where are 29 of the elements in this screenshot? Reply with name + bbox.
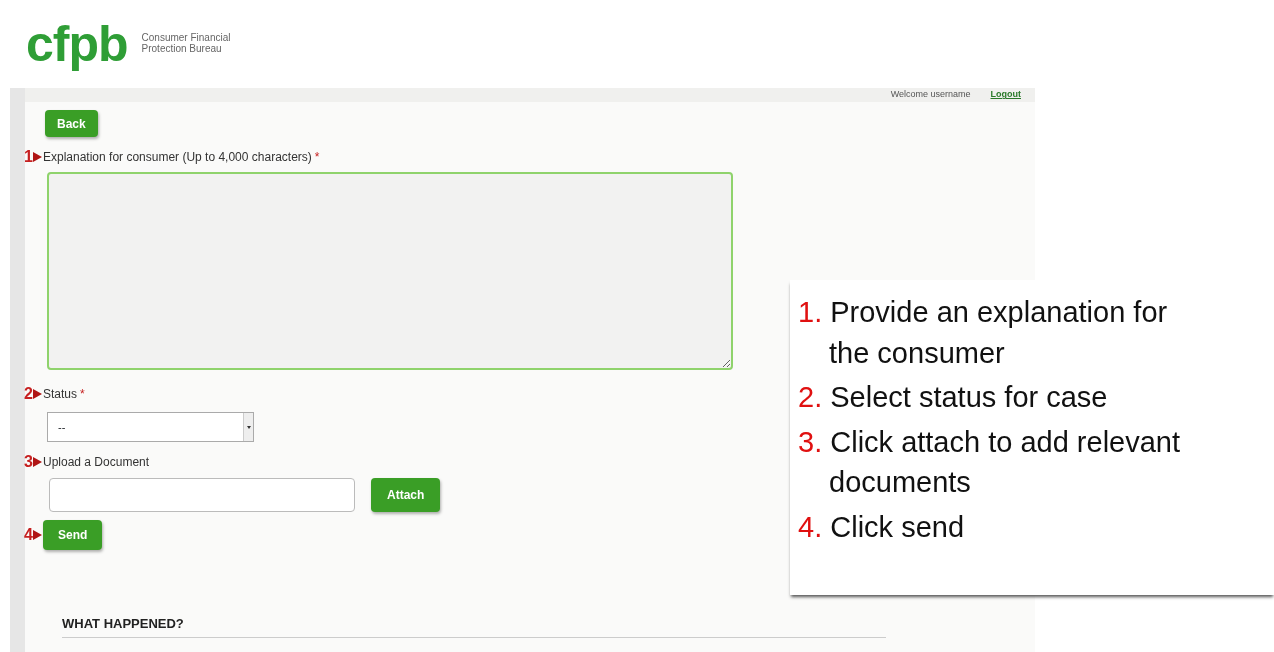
- attach-button[interactable]: Attach: [371, 478, 441, 512]
- upload-input-field[interactable]: [49, 478, 355, 512]
- required-asterisk: *: [314, 149, 320, 166]
- step-number: 1: [23, 147, 33, 167]
- step-number: 2: [23, 384, 33, 404]
- field-label: Explanation for consumer (Up to 4,000 characters): [43, 149, 312, 166]
- back-button[interactable]: Back: [45, 110, 98, 137]
- arrow-icon: [33, 152, 42, 162]
- dropdown-caret-icon: [246, 425, 251, 429]
- field-label: Status: [43, 386, 78, 403]
- instruction-step: 3. Click attach to add relevant documents: [798, 421, 1194, 503]
- logo-wordmark: cfpb: [26, 19, 128, 69]
- arrow-icon: [33, 389, 42, 399]
- step-number: 4: [23, 525, 33, 545]
- step-number: 3: [23, 452, 33, 472]
- required-asterisk: *: [80, 386, 85, 403]
- logo-agency-name: Consumer Financial Protection Bureau: [141, 32, 231, 54]
- select-value: --: [58, 419, 66, 435]
- logout-link[interactable]: Logout: [990, 88, 1021, 102]
- instruction-step: 2. Select status for case: [798, 377, 1194, 418]
- field-label: Upload a Document: [43, 454, 150, 471]
- instruction-step: 1. Provide an explanation for the consumer: [798, 292, 1194, 374]
- welcome-text: Welcome username: [890, 88, 971, 102]
- section-heading: WHAT HAPPENED?: [62, 614, 886, 638]
- status-select[interactable]: --: [47, 412, 254, 442]
- send-button[interactable]: Send: [43, 520, 103, 550]
- instruction-step: 4. Click send: [798, 506, 1194, 548]
- explanation-textarea[interactable]: [47, 172, 733, 370]
- arrow-icon: [33, 457, 42, 467]
